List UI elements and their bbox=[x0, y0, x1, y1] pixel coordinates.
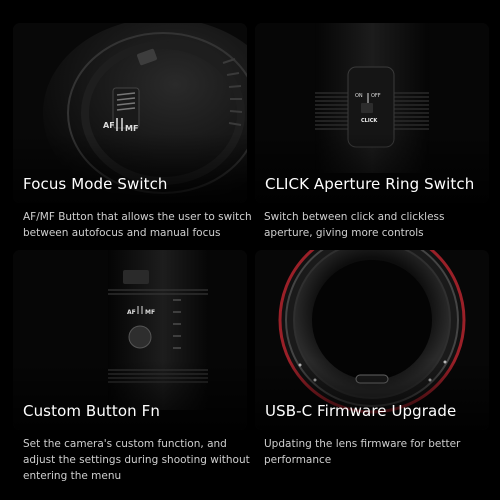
feature-card-usb-c: USB-C Firmware Upgrade bbox=[255, 250, 489, 430]
feature-description: AF/MF Button that allows the user to swi… bbox=[23, 211, 252, 239]
feature-title: Focus Mode Switch bbox=[23, 175, 168, 193]
on-label: ON bbox=[355, 93, 363, 99]
af-label: AF bbox=[127, 309, 136, 316]
feature-card-click-aperture: ON OFF CLICK CLICK Aperture Ring Switch bbox=[255, 23, 489, 203]
feature-card-custom-button: AF MF Custom Button Fn bbox=[13, 250, 247, 430]
feature-description: Updating the lens firmware for better pe… bbox=[264, 438, 461, 466]
feature-card-focus-mode: AF MF Focus Mode Switch bbox=[13, 23, 247, 203]
feature-description: Set the camera's custom function, and ad… bbox=[23, 438, 250, 482]
off-label: OFF bbox=[371, 93, 381, 99]
af-label: AF bbox=[103, 121, 115, 130]
fn-button bbox=[128, 325, 152, 349]
click-label: CLICK bbox=[361, 118, 378, 124]
feature-title: USB-C Firmware Upgrade bbox=[265, 402, 457, 420]
feature-title: Custom Button Fn bbox=[23, 402, 160, 420]
mf-label: MF bbox=[125, 124, 138, 133]
mf-label: MF bbox=[145, 309, 155, 316]
feature-description: Switch between click and clickless apert… bbox=[264, 211, 445, 239]
feature-title: CLICK Aperture Ring Switch bbox=[265, 175, 475, 193]
